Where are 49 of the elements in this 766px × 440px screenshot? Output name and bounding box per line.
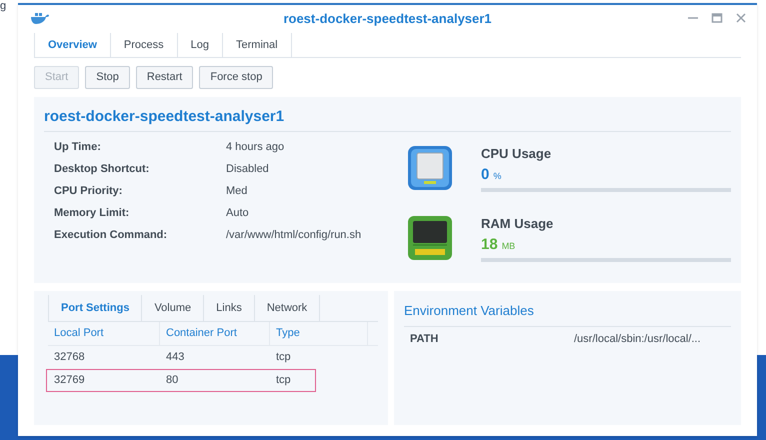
desktop-text: g	[0, 1, 6, 12]
table-cell-text: 443	[165, 350, 186, 366]
field-value: Auto	[226, 206, 249, 221]
window-title: roest-docker-speedtest-analyser1	[283, 10, 492, 28]
chip-icon	[407, 145, 453, 191]
table-cell-text: 32769	[53, 373, 86, 388]
maximize-icon[interactable]	[711, 12, 723, 24]
whale-icon	[30, 11, 50, 25]
field-value: /var/www/html/config/run.sh	[226, 228, 362, 243]
table-cell-text: tcp	[275, 373, 292, 388]
tab[interactable]: Process	[110, 33, 177, 57]
tab[interactable]: Terminal	[222, 33, 292, 57]
tab[interactable]: Network	[254, 295, 320, 321]
tab[interactable]: Port Settings	[48, 295, 142, 321]
field-value: 4 hours ago	[226, 140, 284, 155]
column-header[interactable]: Type	[270, 322, 368, 345]
close-icon[interactable]	[735, 12, 747, 24]
meter-unit: %	[493, 170, 502, 182]
meter-title: CPU Usage	[481, 145, 552, 163]
variable-name: PATH	[410, 332, 440, 347]
meter-value: 18	[481, 234, 498, 254]
column-header[interactable]: Local Port	[48, 322, 160, 345]
meter-unit: MB	[502, 240, 516, 252]
meter-value: 0	[481, 164, 490, 184]
table-cell-text: 32768	[53, 350, 86, 366]
table-cell-text: 80	[165, 373, 180, 388]
container-title: roest-docker-speedtest-analyser1	[44, 108, 284, 125]
memory-module-icon	[407, 215, 453, 261]
variable-value: /usr/local/sbin:/usr/local/...	[574, 332, 701, 347]
tab[interactable]: Log	[176, 33, 222, 57]
field-label: Memory Limit:	[54, 206, 130, 221]
column-header[interactable]: Container Port	[160, 322, 270, 345]
table-row[interactable]: 32768 443 tcp	[46, 346, 316, 369]
action-button[interactable]: Force stop	[199, 66, 274, 89]
field-label: Desktop Shortcut:	[54, 162, 150, 177]
action-button[interactable]: Restart	[136, 66, 194, 89]
table-row[interactable]: 32769 80 tcp	[46, 369, 316, 392]
action-button[interactable]: Stop	[85, 66, 130, 89]
section-title: Environment Variables	[404, 303, 534, 318]
field-value: Med	[226, 184, 248, 199]
table-cell-text: tcp	[275, 350, 292, 366]
field-value: Disabled	[226, 162, 269, 177]
tab[interactable]: Links	[203, 295, 254, 321]
field-label: Execution Command:	[54, 228, 168, 243]
tab[interactable]: Overview	[34, 33, 110, 57]
field-label: CPU Priority:	[54, 184, 124, 199]
tab[interactable]: Volume	[141, 295, 204, 321]
field-label: Up Time:	[54, 140, 102, 155]
meter-title: RAM Usage	[481, 215, 554, 233]
